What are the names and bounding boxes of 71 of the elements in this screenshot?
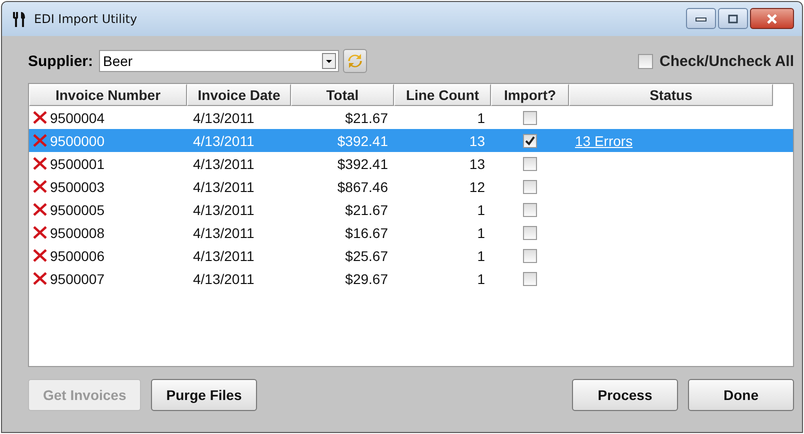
table-cell: 9500001 xyxy=(50,156,105,172)
table-cell: 4/13/2011 xyxy=(193,248,254,264)
table-cell: 9500007 xyxy=(50,270,105,286)
table-cell: 9500003 xyxy=(50,178,105,194)
column-header[interactable]: Line Count xyxy=(394,84,491,106)
import-checkbox[interactable] xyxy=(523,156,537,170)
import-checkbox[interactable] xyxy=(523,226,537,240)
minimize-button[interactable] xyxy=(686,8,716,29)
refresh-icon xyxy=(347,53,364,69)
column-header[interactable]: Invoice Number xyxy=(29,84,187,106)
action-button[interactable]: Done xyxy=(688,379,794,411)
table-cell: $392.41 xyxy=(337,132,388,148)
table-row[interactable]: 9500003 4/13/2011 $867.46 12 xyxy=(29,175,793,198)
table-cell: 9500006 xyxy=(50,248,105,264)
table-cell: 12 xyxy=(469,178,485,194)
table-cell: $29.67 xyxy=(345,270,388,286)
maximize-icon xyxy=(727,14,739,24)
check-all-label: Check/Uncheck All xyxy=(660,52,794,70)
window-title: EDI Import Utility xyxy=(34,12,138,26)
table-cell: 4/13/2011 xyxy=(193,110,254,126)
column-header[interactable]: Status xyxy=(569,84,773,106)
table-row[interactable]: 9500001 4/13/2011 $392.41 13 xyxy=(29,152,793,175)
table-cell: 9500008 xyxy=(50,224,105,240)
table-cell: 4/13/2011 xyxy=(193,178,254,194)
table-cell: 9500000 xyxy=(50,132,105,148)
column-header[interactable]: Invoice Date xyxy=(187,84,291,106)
import-checkbox[interactable] xyxy=(523,134,537,148)
import-checkbox[interactable] xyxy=(523,272,537,286)
import-checkbox[interactable] xyxy=(523,202,537,216)
check-all-checkbox[interactable] xyxy=(638,54,652,68)
table-cell: 9500004 xyxy=(50,110,105,126)
supplier-label: Supplier: xyxy=(28,52,94,70)
close-button[interactable] xyxy=(750,8,794,29)
table-row[interactable]: 9500004 4/13/2011 $21.67 1 xyxy=(29,106,793,129)
table-row[interactable]: 9500007 4/13/2011 $29.67 1 xyxy=(29,267,793,290)
action-button[interactable]: Purge Files xyxy=(151,379,257,411)
table-cell: 1 xyxy=(477,248,485,264)
table-cell: 4/13/2011 xyxy=(193,202,254,218)
refresh-button[interactable] xyxy=(343,49,368,73)
table-cell: 4/13/2011 xyxy=(193,132,254,148)
import-checkbox[interactable] xyxy=(523,180,537,194)
table-cell: 4/13/2011 xyxy=(193,224,254,240)
table-cell: $867.46 xyxy=(337,178,388,194)
table-cell: 13 xyxy=(469,156,485,172)
table-cell: $21.67 xyxy=(345,202,388,218)
table-cell: 9500005 xyxy=(50,202,105,218)
minimize-icon xyxy=(695,16,707,22)
table-cell: $21.67 xyxy=(345,110,388,126)
table-cell: 1 xyxy=(477,270,485,286)
table-row[interactable]: 9500008 4/13/2011 $16.67 1 xyxy=(29,221,793,244)
table-cell: $392.41 xyxy=(337,156,388,172)
import-checkbox[interactable] xyxy=(523,110,537,124)
table-cell: 4/13/2011 xyxy=(193,156,254,172)
table-cell: 1 xyxy=(477,224,485,240)
table-cell: 1 xyxy=(477,202,485,218)
table-cell: 4/13/2011 xyxy=(193,270,254,286)
maximize-button[interactable] xyxy=(718,8,748,29)
column-header[interactable]: Total xyxy=(291,84,394,106)
table-row[interactable]: 9500006 4/13/2011 $25.67 1 xyxy=(29,244,793,267)
caret-icon xyxy=(322,53,336,69)
supplier-dropdown[interactable]: Beer xyxy=(99,50,340,72)
close-icon xyxy=(765,12,779,24)
table-cell: $16.67 xyxy=(345,224,388,240)
table-row[interactable]: 9500005 4/13/2011 $21.67 1 xyxy=(29,198,793,221)
table-cell: 1 xyxy=(477,110,485,126)
column-header[interactable]: Import? xyxy=(491,84,569,106)
table-cell: 13 xyxy=(469,132,485,148)
utensils-icon xyxy=(12,11,28,27)
action-button[interactable]: Process xyxy=(572,379,678,411)
import-checkbox[interactable] xyxy=(523,248,537,262)
table-cell: $25.67 xyxy=(345,248,388,264)
